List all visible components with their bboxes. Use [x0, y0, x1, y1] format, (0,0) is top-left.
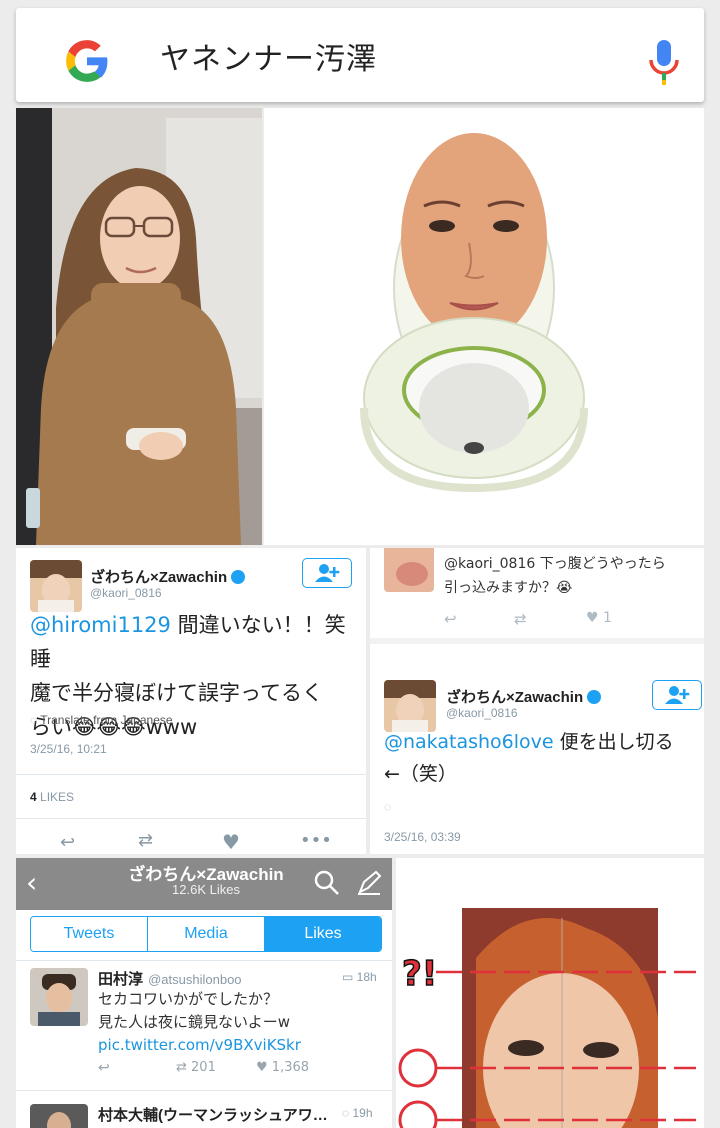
face-comparison-image: [396, 858, 704, 1128]
google-g-icon: [66, 40, 108, 82]
tweet-link[interactable]: pic.twitter.com/v9BXviKSkr: [98, 1034, 301, 1057]
divider: [370, 638, 704, 644]
add-user-icon: [315, 564, 340, 582]
author-handle: @atsushilonboo: [148, 972, 242, 987]
divider: [16, 1090, 392, 1091]
retweet-icon[interactable]: ⇄: [138, 830, 153, 851]
tweet-text: セカコワいかがでしたか？ 見た人は夜に鏡見ないよーw pic.twitter.c…: [98, 988, 301, 1057]
like-icon[interactable]: ♥: [222, 830, 240, 854]
author-name: ざわちん×Zawachin: [446, 689, 584, 706]
image-result-twitter-likes-screen[interactable]: ‹ ざわちん×Zawachin 12.6K Likes Tweets Media…: [16, 858, 392, 1128]
like-stat[interactable]: ♥ 1,368: [256, 1060, 309, 1075]
back-icon[interactable]: ‹: [26, 866, 37, 899]
like-count: 1: [603, 610, 612, 626]
like-count: 1,368: [271, 1060, 310, 1075]
tweet-timestamp: 3/25/16, 03:39: [384, 830, 461, 844]
retweet-stat[interactable]: ⇄ 201: [176, 1060, 216, 1075]
tweet-time: ▭ 18h: [342, 970, 377, 984]
tweet-author: ざわちん×Zawachin: [446, 686, 602, 707]
face-toilet-image: [264, 108, 704, 545]
compose-icon[interactable]: [356, 870, 382, 896]
reply-text-line: @kaori_0816 下っ腹どうやったら: [444, 556, 666, 572]
reply-text-line: 引っ込みますか？😭: [444, 580, 573, 596]
image-result-face-toilet[interactable]: [264, 108, 704, 545]
author-handle: @kaori_0816: [446, 706, 518, 720]
tweet-author: 田村淳 @atsushilonboo: [98, 968, 242, 989]
author-name: ざわちん×Zawachin: [90, 569, 228, 586]
profile-subtitle: 12.6K Likes: [172, 882, 240, 897]
avatar: [384, 680, 436, 732]
more-icon[interactable]: •••: [300, 830, 332, 851]
avatar: [30, 1104, 88, 1128]
reply-tweet: @kaori_0816 下っ腹どうやったら 引っ込みますか？😭 ↩ ⇄ ♥ 1: [370, 548, 704, 638]
search-icon[interactable]: [314, 870, 340, 896]
avatar: [30, 560, 82, 612]
profile-tabs: Tweets Media Likes: [30, 916, 382, 952]
author-handle: @kaori_0816: [90, 586, 162, 600]
divider: [16, 960, 392, 961]
tweet-text-line: ←（笑）: [384, 763, 457, 785]
add-user-icon: [665, 686, 690, 704]
follow-button[interactable]: [302, 558, 352, 588]
mention-link[interactable]: @hiromi1129: [30, 613, 171, 637]
author-name: 村本大輔(ウーマンラッシュアワ…: [98, 1107, 328, 1124]
likes-label: LIKES: [40, 790, 75, 804]
tweet-text-line: セカコワいかがでしたか？: [98, 990, 279, 1008]
divider: [16, 818, 366, 819]
tab-tweets[interactable]: Tweets: [31, 917, 148, 951]
translate-label: Translate from Japanese: [40, 713, 173, 727]
divider: [16, 774, 366, 775]
tweet-text-line: 魔で半分寝ぼけて誤字ってるく: [30, 681, 323, 705]
mention-link[interactable]: @nakatasho6love: [384, 731, 554, 753]
reply-icon[interactable]: ↩: [60, 832, 75, 853]
avatar: [384, 548, 434, 592]
avatar: [30, 968, 88, 1026]
tweet-text: @nakatasho6love 便を出し切る ←（笑）: [384, 726, 704, 790]
retweet-count: 201: [191, 1060, 216, 1075]
likes-summary: 4 LIKES: [30, 790, 74, 804]
globe-icon: ◌: [30, 713, 41, 727]
search-bar[interactable]: ヤネンナー汚澤: [16, 8, 704, 102]
verified-badge-icon: [587, 689, 602, 704]
translate-link[interactable]: ◌ Translate from Japanese: [30, 713, 173, 727]
image-result-woman-photo[interactable]: [16, 108, 262, 545]
tweet-text-line: 見た人は夜に鏡見ないよーw: [98, 1013, 290, 1031]
woman-photo-image: [16, 108, 262, 545]
tweet-time: ◌ 19h: [342, 1106, 373, 1120]
like-icon[interactable]: ♥ 1: [586, 610, 612, 626]
retweet-icon[interactable]: ⇄: [514, 610, 527, 628]
image-search-results-page: ヤネンナー汚澤 ざわちん×Zawachin @kaori_0816 @hirom…: [0, 0, 720, 1128]
image-result-tweet-card[interactable]: ざわちん×Zawachin @kaori_0816 @hiromi1129 間違…: [16, 548, 366, 854]
tab-media[interactable]: Media: [148, 917, 265, 951]
likes-count: 4: [30, 790, 37, 804]
tweet-time-label: 19h: [352, 1106, 373, 1120]
verified-badge-icon: [231, 569, 246, 584]
tweet-text-line: 便を出し切る: [553, 731, 674, 753]
tab-likes[interactable]: Likes: [265, 917, 381, 951]
search-query-text[interactable]: ヤネンナー汚澤: [160, 34, 377, 78]
author-name: 田村淳: [98, 971, 144, 988]
profile-header: ‹ ざわちん×Zawachin 12.6K Likes: [16, 858, 392, 910]
reply-icon[interactable]: ↩: [444, 610, 457, 628]
image-result-tweet-card[interactable]: @kaori_0816 下っ腹どうやったら 引っ込みますか？😭 ↩ ⇄ ♥ 1 …: [370, 548, 704, 854]
reply-text: @kaori_0816 下っ腹どうやったら 引っ込みますか？😭: [444, 552, 666, 600]
tweet-timestamp: 3/25/16, 10:21: [30, 742, 107, 756]
exclamation-label: ?!: [401, 953, 438, 995]
mic-icon[interactable]: [646, 38, 682, 86]
tweet-author: ざわちん×Zawachin: [90, 566, 246, 587]
tweet-time-label: 18h: [356, 970, 377, 984]
image-result-face-comparison[interactable]: ?!: [396, 858, 704, 1128]
follow-button[interactable]: [652, 680, 702, 710]
reply-icon[interactable]: ↩: [98, 1060, 110, 1076]
globe-icon: ◌: [384, 800, 392, 814]
